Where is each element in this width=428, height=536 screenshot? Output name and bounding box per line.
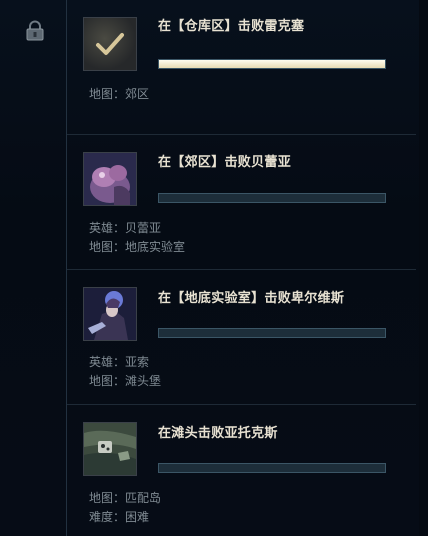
meta-label: 地图 bbox=[89, 374, 114, 388]
meta-value: 贝蕾亚 bbox=[125, 221, 162, 235]
meta-label: 地图 bbox=[89, 240, 114, 254]
mission-item[interactable]: 在滩头击败亚托克斯 地图：匹配岛 难度：困难 bbox=[67, 405, 416, 536]
mission-title: 在【仓库区】击败雷克塞 bbox=[158, 19, 305, 34]
checkmark-icon bbox=[96, 33, 124, 55]
meta-label: 英雄 bbox=[89, 355, 114, 369]
meta-value: 滩头堡 bbox=[125, 374, 162, 388]
progress-bar bbox=[158, 463, 386, 473]
lock-icon[interactable] bbox=[24, 20, 46, 42]
meta-row: 地图：郊区 bbox=[89, 85, 149, 103]
meta-separator: ： bbox=[113, 221, 126, 235]
meta-row: 地图：滩头堡 bbox=[89, 372, 161, 390]
meta-separator: ： bbox=[113, 240, 126, 254]
meta-row: 英雄：亚索 bbox=[89, 353, 149, 371]
meta-row: 难度：困难 bbox=[89, 508, 149, 526]
mission-title: 在【地底实验室】击败卑尔维斯 bbox=[158, 291, 345, 306]
progress-bar bbox=[158, 193, 386, 203]
map-thumbnail-art bbox=[84, 423, 136, 475]
meta-separator: ： bbox=[113, 374, 126, 388]
champion-portrait-art bbox=[84, 288, 136, 340]
champion-portrait bbox=[83, 287, 137, 341]
scrollbar[interactable] bbox=[419, 0, 428, 536]
mission-panel: 在【仓库区】击败雷克塞 地图：郊区 在【郊区】击败贝蕾亚 英雄：贝蕾亚 地图：地… bbox=[0, 0, 428, 536]
mission-item[interactable]: 在【郊区】击败贝蕾亚 英雄：贝蕾亚 地图：地底实验室 bbox=[67, 135, 416, 270]
progress-bar bbox=[158, 59, 386, 69]
meta-label: 地图 bbox=[89, 491, 114, 505]
meta-label: 英雄 bbox=[89, 221, 114, 235]
meta-value: 地底实验室 bbox=[125, 240, 186, 254]
completed-thumbnail bbox=[83, 17, 137, 71]
meta-label: 难度 bbox=[89, 510, 114, 524]
meta-separator: ： bbox=[113, 510, 126, 524]
mission-item[interactable]: 在【仓库区】击败雷克塞 地图：郊区 bbox=[67, 0, 416, 135]
meta-label: 地图 bbox=[89, 87, 114, 101]
meta-value: 亚索 bbox=[125, 355, 150, 369]
champion-portrait-art bbox=[84, 153, 136, 205]
meta-value: 困难 bbox=[125, 510, 150, 524]
meta-row: 地图：匹配岛 bbox=[89, 489, 161, 507]
meta-separator: ： bbox=[113, 491, 126, 505]
mission-title: 在【郊区】击败贝蕾亚 bbox=[158, 155, 292, 170]
mission-item[interactable]: 在【地底实验室】击败卑尔维斯 英雄：亚索 地图：滩头堡 bbox=[67, 270, 416, 405]
meta-separator: ： bbox=[113, 355, 126, 369]
meta-row: 英雄：贝蕾亚 bbox=[89, 219, 161, 237]
mission-list[interactable]: 在【仓库区】击败雷克塞 地图：郊区 在【郊区】击败贝蕾亚 英雄：贝蕾亚 地图：地… bbox=[67, 0, 416, 536]
left-rail bbox=[0, 0, 66, 536]
map-thumbnail bbox=[83, 422, 137, 476]
meta-row: 地图：地底实验室 bbox=[89, 238, 185, 256]
progress-bar bbox=[158, 328, 386, 338]
meta-value: 匹配岛 bbox=[125, 491, 162, 505]
champion-portrait bbox=[83, 152, 137, 206]
mission-title: 在滩头击败亚托克斯 bbox=[158, 426, 278, 441]
meta-separator: ： bbox=[113, 87, 126, 101]
meta-value: 郊区 bbox=[125, 87, 150, 101]
progress-fill bbox=[159, 60, 385, 68]
